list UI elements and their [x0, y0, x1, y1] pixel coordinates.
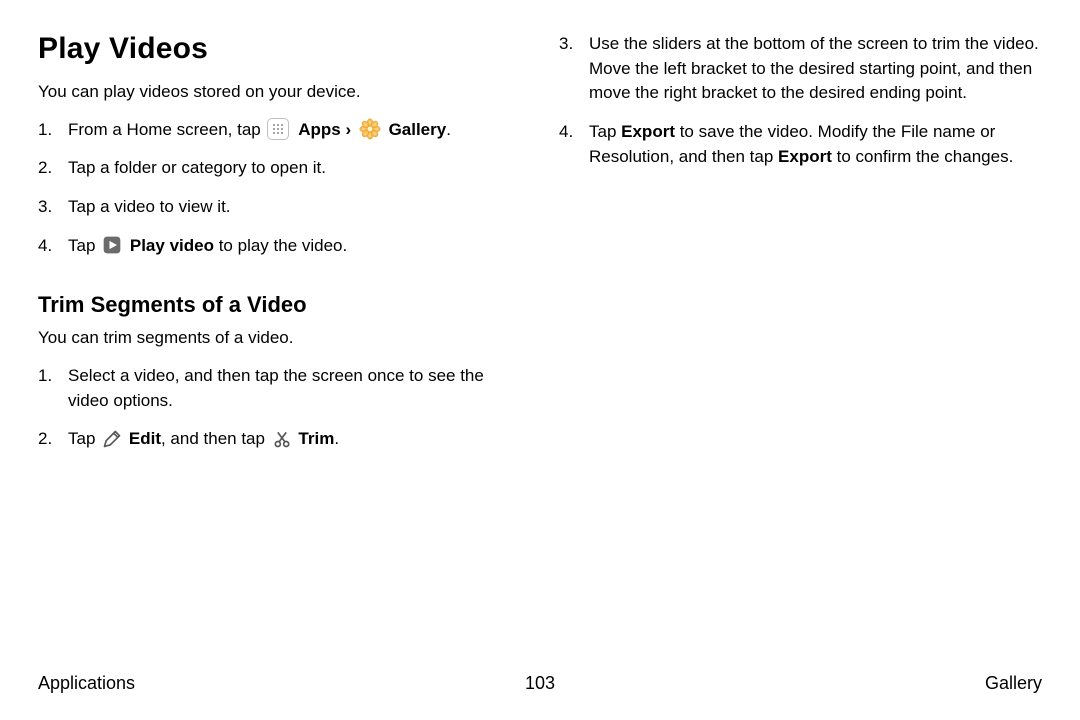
apps-icon: [267, 118, 289, 140]
export-label-2: Export: [778, 147, 832, 166]
step-4: Tap Play video to play the video.: [38, 234, 521, 259]
page-footer: Applications 103 Gallery: [38, 673, 1042, 694]
gallery-label: Gallery: [389, 120, 447, 139]
step-1: From a Home screen, tap Apps ›: [38, 118, 521, 143]
cont-step-4-a: Tap: [589, 122, 621, 141]
cont-step-3: Use the sliders at the bottom of the scr…: [559, 32, 1042, 106]
trim-step-2-a: Tap: [68, 429, 100, 448]
play-video-icon: [102, 235, 122, 255]
apps-label: Apps: [298, 120, 341, 139]
cont-step-4-c: to confirm the changes.: [832, 147, 1013, 166]
continued-steps-list: Use the sliders at the bottom of the scr…: [559, 32, 1042, 169]
footer-left: Applications: [38, 673, 135, 694]
step-3: Tap a video to view it.: [38, 195, 521, 220]
step-1-text-a: From a Home screen, tap: [68, 120, 265, 139]
step-4-text-a: Tap: [68, 236, 100, 255]
footer-page-number: 103: [525, 673, 555, 694]
play-steps-list: From a Home screen, tap Apps ›: [38, 118, 521, 259]
footer-right: Gallery: [985, 673, 1042, 694]
breadcrumb-sep: ›: [345, 120, 355, 139]
step-1-end: .: [446, 120, 451, 139]
right-column: Use the sliders at the bottom of the scr…: [559, 32, 1042, 466]
scissors-icon: [272, 429, 292, 449]
subsection-title: Trim Segments of a Video: [38, 292, 521, 318]
trim-step-1: Select a video, and then tap the screen …: [38, 364, 521, 413]
left-column: Play Videos You can play videos stored o…: [38, 32, 521, 466]
edit-label: Edit: [129, 429, 161, 448]
play-video-label: Play video: [130, 236, 214, 255]
export-label-1: Export: [621, 122, 675, 141]
edit-icon: [102, 429, 122, 449]
trim-step-2-c: .: [334, 429, 339, 448]
step-2: Tap a folder or category to open it.: [38, 156, 521, 181]
cont-step-4: Tap Export to save the video. Modify the…: [559, 120, 1042, 169]
trim-steps-list: Select a video, and then tap the screen …: [38, 364, 521, 452]
subsection-intro: You can trim segments of a video.: [38, 326, 521, 350]
page-title: Play Videos: [38, 32, 521, 66]
intro-text: You can play videos stored on your devic…: [38, 80, 521, 104]
trim-step-2: Tap Edit, and then tap Trim.: [38, 427, 521, 452]
trim-label: Trim: [298, 429, 334, 448]
step-4-text-c: to play the video.: [214, 236, 347, 255]
trim-step-2-b: , and then tap: [161, 429, 270, 448]
gallery-icon: [359, 118, 381, 140]
